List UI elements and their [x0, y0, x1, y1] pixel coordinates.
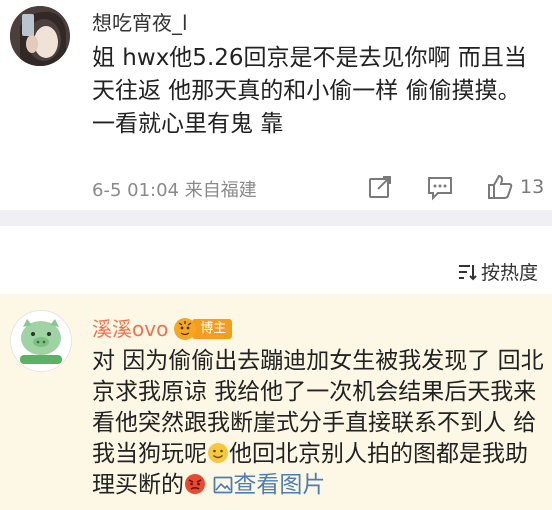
comment-text: 对 因为偷偷出去蹦迪加女生被我发现了 回北京求我原谅 我给他了一次机会结果后天我…: [92, 346, 544, 501]
comment-item: 想吃宵夜_l 姐 hwx他5.26回京是不是去见你啊 而且当天往返 他那天真的和…: [0, 0, 552, 210]
picture-icon: [213, 476, 233, 494]
avatar[interactable]: [10, 310, 72, 372]
like-count: 13: [520, 176, 545, 198]
smile-emoji-icon: [208, 443, 228, 463]
comment-icon: [428, 177, 452, 201]
pig-avatar-icon: [11, 311, 71, 371]
weibo-comment-page: 想吃宵夜_l 姐 hwx他5.26回京是不是去见你啊 而且当天往返 他那天真的和…: [0, 0, 552, 510]
username: 溪溪ovo: [92, 317, 169, 341]
angry-emoji-icon: [185, 474, 205, 494]
view-picture-label: 查看图片: [233, 472, 326, 498]
sort-icon: [458, 264, 477, 280]
sort-bar: 按热度: [0, 226, 552, 294]
view-picture-link[interactable]: 查看图片: [213, 472, 325, 498]
avatar-photo-icon: [10, 6, 70, 66]
sort-label: 按热度: [480, 262, 538, 284]
avatar[interactable]: [10, 6, 70, 66]
like-icon: [488, 174, 513, 199]
section-divider: [0, 210, 552, 226]
tiger-badge-icon: [174, 318, 197, 340]
comment-meta: 6-5 01:04 来自福建: [92, 176, 257, 202]
username[interactable]: 想吃宵夜_l: [92, 10, 188, 36]
sort-by-hot-button[interactable]: 按热度: [457, 258, 538, 285]
comment-item-hot: 溪溪ovo 博主 对 因为偷偷出去蹦迪加女生被我发现了 回北京求我原谅 我给他了…: [0, 294, 552, 510]
source-location: 来自福建: [184, 180, 257, 201]
share-icon: [369, 176, 391, 198]
reply-button[interactable]: [426, 172, 454, 202]
share-button[interactable]: [366, 172, 394, 202]
timestamp: 6-5 01:04: [92, 180, 179, 201]
username-hot[interactable]: 溪溪ovo 博主: [92, 316, 233, 342]
like-button[interactable]: 13: [486, 172, 544, 202]
comment-text: 姐 hwx他5.26回京是不是去见你啊 而且当天往返 他那天真的和小偷一样 偷偷…: [92, 45, 527, 137]
author-badge: 博主: [174, 318, 233, 340]
badge-label: 博主: [192, 319, 233, 339]
